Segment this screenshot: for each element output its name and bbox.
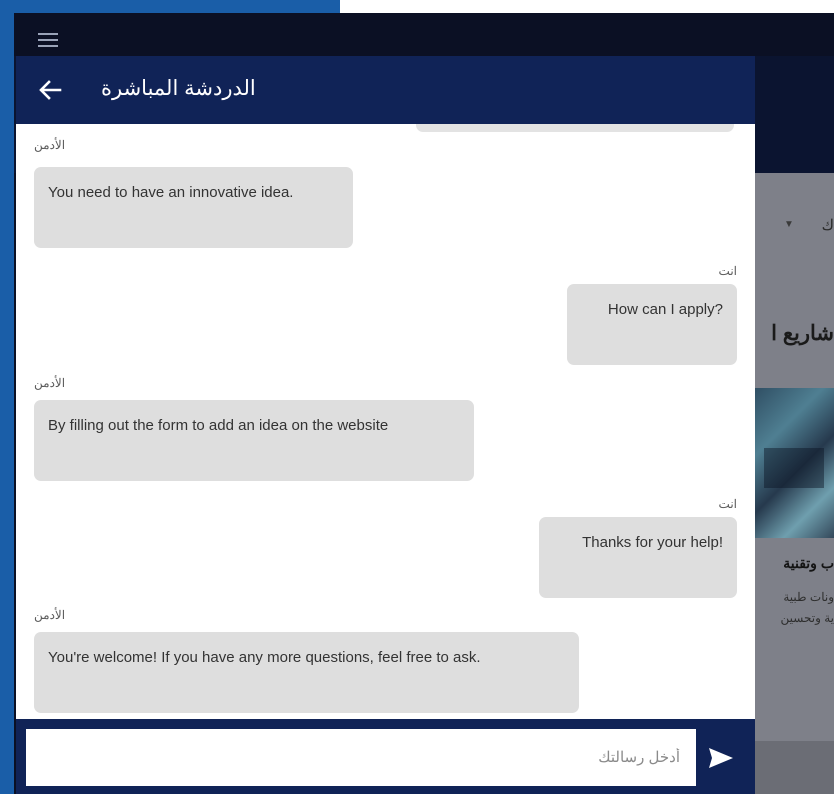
message-sender: الأدمن <box>34 608 66 622</box>
message-sender: انت <box>718 497 737 511</box>
app-header <box>14 13 834 56</box>
project-card-description: ونات طبية <box>783 590 834 604</box>
chat-header: الدردشة المباشرة <box>16 56 755 124</box>
top-white-strip <box>340 0 834 13</box>
background-footer <box>754 741 834 794</box>
message-bubble: How can I apply? <box>567 284 737 365</box>
live-chat-panel: الدردشة المباشرة الأدمن You need to have… <box>16 56 755 794</box>
message-composer <box>16 719 755 794</box>
message-sender: الأدمن <box>34 138 66 152</box>
message-bubble: You need to have an innovative idea. <box>34 167 353 248</box>
message-bubble: You're welcome! If you have any more que… <box>34 632 579 713</box>
project-image[interactable] <box>754 388 834 538</box>
chevron-down-icon: ▼ <box>784 219 794 230</box>
message-bubble <box>416 124 734 132</box>
message-bubble: By filling out the form to add an idea o… <box>34 400 474 481</box>
arrow-left-icon[interactable] <box>36 76 64 104</box>
message-sender: انت <box>718 264 737 278</box>
message-bubble: Thanks for your help! <box>539 517 737 598</box>
message-list[interactable]: الأدمن You need to have an innovative id… <box>16 124 755 719</box>
background-page: ك ▼ شاريع ا ب وتقنية ونات طبية ية وتحسين <box>754 173 834 794</box>
message-sender: الأدمن <box>34 376 66 390</box>
menu-icon[interactable] <box>38 33 58 47</box>
send-icon[interactable] <box>708 747 734 769</box>
chat-title: الدردشة المباشرة <box>101 77 256 100</box>
project-card-description: ية وتحسين <box>780 611 834 625</box>
category-filter[interactable]: ك ▼ <box>754 206 834 246</box>
message-input[interactable] <box>26 729 696 786</box>
category-filter-label: ك <box>821 217 834 234</box>
project-card-title[interactable]: ب وتقنية <box>783 555 834 572</box>
section-heading: شاريع ا <box>771 322 834 345</box>
